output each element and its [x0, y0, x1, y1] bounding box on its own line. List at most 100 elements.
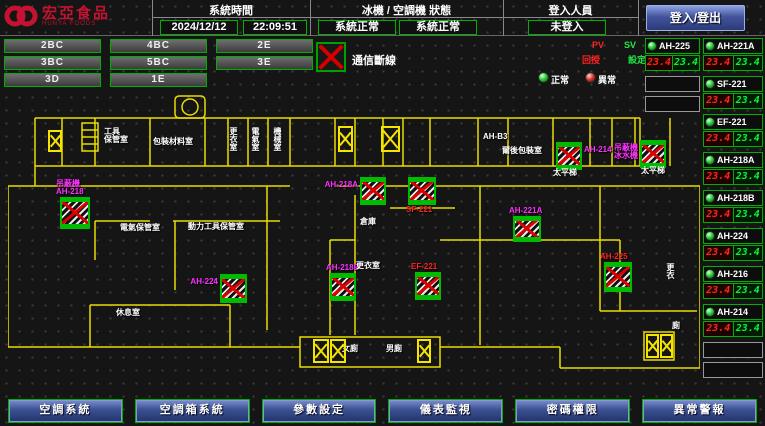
- unit-name: AH-221A: [717, 41, 755, 51]
- nav-button-參數設定[interactable]: 參數設定: [262, 399, 377, 423]
- nav-button-異常警報[interactable]: 異常警報: [642, 399, 757, 423]
- unit-values-ah-225: 23.423.4: [645, 55, 700, 71]
- unit-status-led: [647, 41, 657, 51]
- unit-sv-value: 23.4: [672, 56, 699, 70]
- nav-button-密碼權限[interactable]: 密碼權限: [515, 399, 630, 423]
- ahu-comm-loss-icon[interactable]: [408, 177, 436, 205]
- header-separator: [638, 0, 639, 36]
- logo-text: 宏亞食品: [42, 6, 110, 21]
- unit-sv-value: 23.4: [733, 322, 763, 336]
- ahu-comm-loss-icon[interactable]: [556, 142, 582, 170]
- unit-name: AH-218B: [717, 193, 755, 203]
- pv-sv-header: PV SV 回授 設定: [582, 40, 646, 66]
- ahu-comm-loss-icon[interactable]: [513, 216, 541, 242]
- ahu-comm-loss-icon[interactable]: [60, 197, 90, 229]
- floor-button-4bc[interactable]: 4BC: [110, 39, 207, 53]
- plan-unit-label: 吊蔽機冰水機: [614, 144, 638, 160]
- unit-pv-value: 23.4: [704, 284, 733, 298]
- chiller-status-value: 系統正常: [318, 20, 396, 35]
- ahu-comm-loss-icon[interactable]: [330, 273, 356, 301]
- unit-status-led: [705, 193, 715, 203]
- floor-button-5bc[interactable]: 5BC: [110, 56, 207, 70]
- unit-status-led: [705, 79, 715, 89]
- unit-row-ah-224[interactable]: AH-224: [703, 228, 763, 244]
- login-logout-button[interactable]: 登入/登出: [646, 5, 745, 31]
- plan-unit-AH-221A: AH-221A: [513, 216, 541, 242]
- unit-row-sf-221[interactable]: SF-221: [703, 76, 763, 92]
- normal-label: 正常: [551, 75, 569, 85]
- plan-unit-吊蔽機-AH-218: 吊蔽機AH-218: [60, 197, 90, 229]
- ahu-comm-loss-icon[interactable]: [640, 140, 666, 168]
- unit-status-led: [705, 307, 715, 317]
- header-bar: 宏亞食品 HUNYA FOODS 系統時間 2024/12/12 22:09:5…: [0, 0, 765, 36]
- room-label: 工具保管室: [104, 128, 128, 144]
- unit-status-led: [705, 231, 715, 241]
- unit-values-sf-221: 23.423.4: [703, 93, 763, 109]
- unit-status-led: [705, 117, 715, 127]
- unit-row-ah-216[interactable]: AH-216: [703, 266, 763, 282]
- unit-row-ah-218b[interactable]: AH-218B: [703, 190, 763, 206]
- room-label: 更衣室: [356, 262, 380, 270]
- plan-unit-EF-221: EF-221: [415, 272, 441, 300]
- floor-button-2bc[interactable]: 2BC: [4, 39, 101, 53]
- logo-rings-icon: [4, 2, 38, 30]
- unit-row-ah-221a[interactable]: AH-221A: [703, 38, 763, 54]
- unit-status-led: [705, 41, 715, 51]
- nav-button-空調系統[interactable]: 空調系統: [8, 399, 123, 423]
- company-logo: 宏亞食品 HUNYA FOODS: [4, 2, 110, 30]
- abnormal-led-icon: [585, 72, 596, 83]
- plan-unit-SF-221: SF-221: [408, 177, 436, 205]
- nav-button-空調箱系統[interactable]: 空調箱系統: [135, 399, 250, 423]
- elevator-icon: [313, 339, 329, 363]
- comm-loss-icon: [316, 42, 346, 72]
- unit-values-ah-218a: 23.423.4: [703, 169, 763, 185]
- floor-button-3bc[interactable]: 3BC: [4, 56, 101, 70]
- room-label: 太平梯: [641, 167, 665, 175]
- ahu-comm-loss-icon[interactable]: [220, 274, 247, 303]
- plan-unit-label: 吊蔽機AH-218: [56, 180, 84, 196]
- room-label: 包裝材料室: [153, 138, 193, 146]
- elevator-icon: [381, 126, 400, 152]
- empty-slot: [703, 342, 763, 358]
- plan-unit-label: AH-214: [584, 146, 612, 154]
- feedback-label: 回授: [582, 53, 600, 66]
- chiller-status-label: 冰機 / 空調機 狀態: [310, 2, 503, 18]
- comm-loss-label: 通信斷線: [352, 52, 396, 68]
- floor-button-3d[interactable]: 3D: [4, 73, 101, 87]
- elevator-icon: [338, 126, 353, 152]
- plan-unit-label: SF-221: [406, 206, 432, 214]
- unit-row-ah-225[interactable]: AH-225: [645, 38, 700, 54]
- plan-unit-AH-224: AH-224: [220, 274, 247, 303]
- plan-unit-label: AH-218B: [326, 264, 359, 272]
- ahu-comm-loss-icon[interactable]: [604, 262, 632, 292]
- unit-status-led: [705, 155, 715, 165]
- empty-slot: [645, 76, 700, 92]
- ahu-comm-loss-icon[interactable]: [415, 272, 441, 300]
- unit-row-ah-214[interactable]: AH-214: [703, 304, 763, 320]
- unit-name: SF-221: [717, 79, 747, 89]
- room-label: 更衣: [666, 263, 674, 279]
- ahu-comm-loss-icon[interactable]: [360, 177, 386, 205]
- unit-pv-value: 23.4: [704, 208, 733, 222]
- unit-sv-value: 23.4: [733, 94, 763, 108]
- unit-sv-value: 23.4: [733, 246, 763, 260]
- unit-name: AH-216: [717, 269, 748, 279]
- plan-unit-label: AH-218A: [325, 181, 358, 189]
- system-time-value: 22:09:51: [243, 20, 307, 35]
- floor-button-2e[interactable]: 2E: [216, 39, 313, 53]
- room-label: 更衣室: [229, 127, 237, 151]
- unit-sv-value: 23.4: [733, 56, 763, 70]
- room-label: 廁: [672, 322, 680, 330]
- unit-row-ah-218a[interactable]: AH-218A: [703, 152, 763, 168]
- unit-sv-value: 23.4: [733, 170, 763, 184]
- unit-pv-value: 23.4: [704, 322, 733, 336]
- unit-values-ah-218b: 23.423.4: [703, 207, 763, 223]
- floorplan: 吊蔽機AH-218 AH-224 AH-218B AH-218A SF-221 EF-22…: [8, 92, 700, 392]
- elevator-icon: [330, 339, 346, 363]
- setting-label: 設定: [628, 53, 646, 66]
- nav-button-儀表監視[interactable]: 儀表監視: [388, 399, 503, 423]
- floor-button-3e[interactable]: 3E: [216, 56, 313, 70]
- floor-button-1e[interactable]: 1E: [110, 73, 207, 87]
- sidebar-right-column: AH-221A23.423.4SF-22123.423.4EF-22123.42…: [703, 38, 763, 382]
- unit-row-ef-221[interactable]: EF-221: [703, 114, 763, 130]
